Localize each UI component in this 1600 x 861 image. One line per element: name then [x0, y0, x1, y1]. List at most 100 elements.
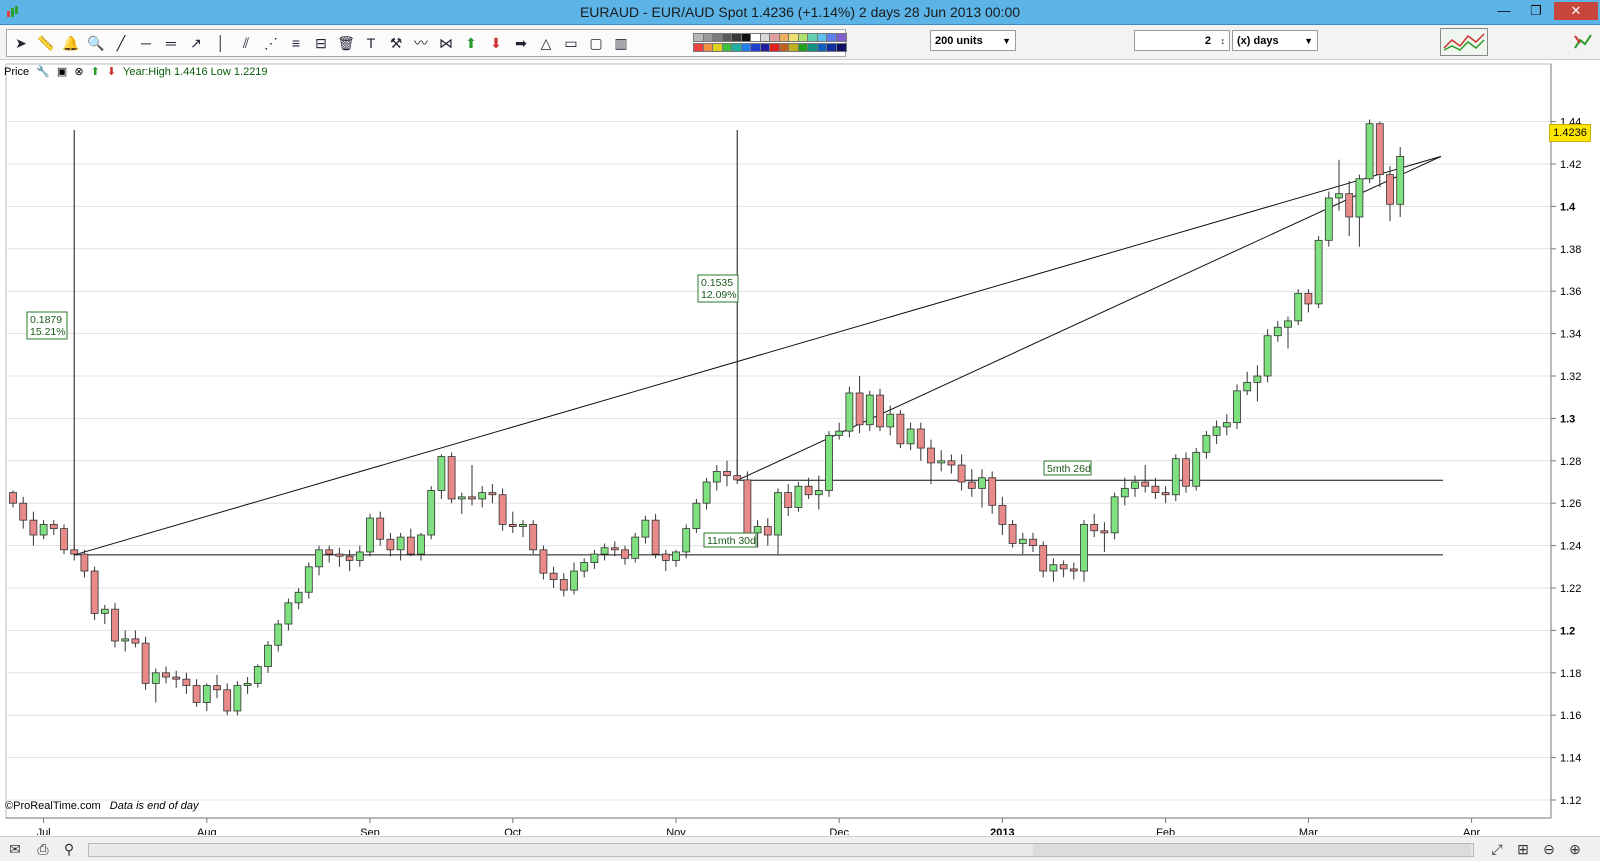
candle — [478, 492, 487, 500]
price-chart[interactable]: 1.441.421.41.381.361.341.321.31.281.261.… — [0, 60, 1600, 835]
move-down-icon[interactable]: ⬇ — [107, 66, 116, 78]
candle — [1233, 390, 1241, 424]
horizontal-scrollbar[interactable] — [88, 843, 1474, 857]
triangle-pattern-icon[interactable]: ⋈ — [436, 33, 456, 53]
x-tick-label: Mar — [1299, 827, 1318, 835]
indicators-icon[interactable] — [1440, 28, 1488, 56]
candle — [835, 430, 844, 436]
x-tick-label: Sep — [360, 827, 380, 835]
footer: ©ProRealTime.com Data is end of day — [5, 800, 198, 812]
email-icon[interactable]: ✉ — [6, 840, 24, 858]
binoculars-icon[interactable]: ⚲ — [60, 840, 78, 858]
y-tick-label: 1.32 — [1560, 371, 1581, 383]
candle — [753, 526, 762, 534]
candle — [1253, 375, 1262, 383]
rectangle2-icon[interactable]: ▢ — [586, 33, 606, 53]
scrollbar-thumb[interactable] — [1033, 844, 1471, 856]
title-bar: EURAUD - EUR/AUD Spot 1.4236 (+1.14%) 2 … — [0, 0, 1600, 25]
color-swatch[interactable] — [835, 43, 847, 52]
hline2-icon[interactable]: ═ — [161, 33, 181, 53]
period-value-input[interactable]: 2 ↕ — [1134, 30, 1230, 51]
candle — [508, 523, 517, 527]
hline-icon[interactable]: ─ — [136, 33, 156, 53]
cursor-icon[interactable]: ➤ — [11, 33, 31, 53]
candle — [406, 536, 415, 555]
candle — [825, 434, 833, 491]
arrow-right-icon[interactable]: ➡ — [511, 33, 531, 53]
candle — [1273, 326, 1282, 337]
vline-icon[interactable]: │ — [211, 33, 231, 53]
line-tool-icon[interactable]: ╱ — [111, 33, 131, 53]
candle — [345, 555, 354, 561]
candle — [957, 464, 966, 483]
candle — [1284, 320, 1292, 328]
candle — [376, 517, 385, 540]
candle — [1018, 538, 1027, 544]
y-tick-label: 1.42 — [1560, 159, 1581, 171]
fan-icon[interactable]: ⋰ — [261, 33, 281, 53]
candle — [1049, 564, 1058, 572]
candle — [641, 519, 650, 538]
hammer-icon[interactable]: ⚒ — [386, 33, 406, 53]
wave-icon[interactable]: 〰 — [411, 33, 431, 53]
candle — [1110, 496, 1119, 534]
candle — [366, 517, 374, 553]
wrench-icon[interactable]: 🔧 — [36, 66, 50, 78]
print-icon[interactable]: ⎙ — [34, 840, 52, 858]
zoom-range-icon[interactable]: ⊞ — [1514, 840, 1532, 858]
candle — [1396, 155, 1405, 205]
color-swatch[interactable] — [835, 33, 847, 42]
channel-icon[interactable]: ⫽ — [236, 33, 256, 53]
candle — [223, 689, 232, 712]
period-unit-select[interactable]: (x) days ▼ — [1232, 30, 1318, 51]
candle — [396, 536, 405, 551]
zoom-out-icon[interactable]: ⊖ — [1540, 840, 1558, 858]
rectangle-icon[interactable]: ▭ — [561, 33, 581, 53]
candle — [304, 566, 313, 593]
candle — [927, 447, 935, 464]
ray-icon[interactable]: ↗ — [186, 33, 206, 53]
zoom-fit-icon[interactable]: ⤢ — [1488, 840, 1506, 858]
candle — [916, 428, 925, 449]
candle — [651, 519, 660, 555]
retracement-icon[interactable]: ≡ — [286, 33, 306, 53]
x-tick-label: Apr — [1463, 827, 1480, 835]
ruler-icon[interactable]: 📏 — [36, 33, 56, 53]
candle — [427, 490, 436, 536]
candle — [559, 579, 568, 591]
candle — [1029, 538, 1037, 546]
bars-icon[interactable]: ▥ — [611, 33, 631, 53]
candle — [1161, 492, 1170, 496]
arrow-down-icon[interactable]: ⬇ — [486, 33, 506, 53]
trash-icon[interactable]: 🗑 — [336, 33, 356, 53]
candle — [457, 496, 466, 500]
candle — [712, 470, 721, 483]
text-icon[interactable]: T — [361, 33, 381, 53]
close-button[interactable]: ✕ — [1554, 2, 1598, 20]
y-tick-label: 1.22 — [1560, 583, 1581, 595]
move-up-icon[interactable]: ⬆ — [91, 66, 100, 78]
status-bar: ✉ ⎙ ⚲ ⤢ ⊞ ⊖ ⊕ — [0, 836, 1600, 861]
candle — [519, 523, 527, 527]
close-icon[interactable]: ⊗ — [74, 66, 83, 78]
chevron-down-icon: ▼ — [1304, 36, 1313, 46]
annotation-text: 0.1879 — [30, 314, 62, 326]
fib-icon[interactable]: ⊟ — [311, 33, 331, 53]
candle — [978, 477, 986, 489]
candle — [151, 672, 160, 684]
period-unit-value: (x) days — [1237, 35, 1279, 47]
restore-button[interactable]: ❐ — [1522, 2, 1550, 20]
candle — [417, 534, 425, 555]
candle — [264, 644, 272, 667]
zoom-in-icon[interactable]: ⊕ — [1566, 840, 1584, 858]
arrow-up-icon[interactable]: ⬆ — [461, 33, 481, 53]
triangle-icon[interactable]: △ — [536, 33, 556, 53]
chart-type-icon[interactable] — [1572, 31, 1594, 53]
minimize-button[interactable]: — — [1490, 2, 1518, 20]
candle — [998, 504, 1007, 525]
units-select[interactable]: 200 units ▼ — [930, 30, 1016, 51]
zoom-icon[interactable]: 🔍 — [86, 33, 106, 53]
candle — [1202, 434, 1211, 453]
alert-bell-icon[interactable]: 🔔 — [61, 33, 81, 53]
window-icon[interactable]: ▣ — [57, 66, 67, 78]
